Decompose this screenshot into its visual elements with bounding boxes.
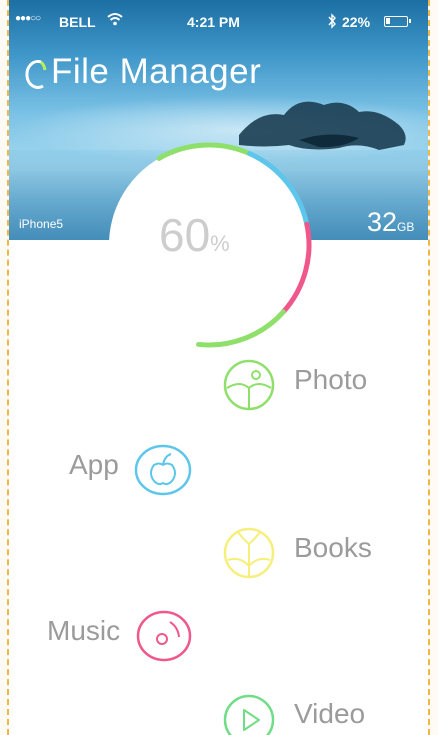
bluetooth-icon <box>327 13 337 32</box>
capacity-unit: GB <box>397 220 415 234</box>
status-bar: ●●●○○ BELL 4:21 PM 22% <box>9 12 428 34</box>
storage-capacity: 32GB <box>367 207 414 238</box>
apple-icon <box>134 444 192 496</box>
category-video[interactable]: Video <box>222 690 392 735</box>
frame-border-right <box>428 0 430 735</box>
category-label-books: Books <box>294 532 372 563</box>
used-value: 60 <box>159 209 211 261</box>
category-books[interactable]: Books <box>222 523 392 583</box>
category-photo[interactable]: Photo <box>222 355 392 415</box>
screen-frame: ●●●○○ BELL 4:21 PM 22% File Manager iPho… <box>0 0 438 735</box>
battery-fill <box>386 18 390 24</box>
storage-used-percent: 60% <box>159 208 279 268</box>
book-icon <box>223 527 275 579</box>
photo-icon <box>223 359 275 411</box>
category-label-video: Video <box>294 698 366 729</box>
phone-screen: ●●●○○ BELL 4:21 PM 22% File Manager iPho… <box>9 0 428 735</box>
category-label-music: Music <box>47 615 121 646</box>
battery-icon <box>384 16 411 27</box>
wifi-icon <box>107 12 123 29</box>
category-label-photo: Photo <box>294 364 368 395</box>
device-name: iPhone5 <box>19 217 64 231</box>
battery-percent: 22% <box>342 14 371 30</box>
app-title: File Manager <box>51 52 262 91</box>
battery-nub <box>409 19 411 23</box>
signal-strength: ●●●○○ <box>15 13 41 24</box>
used-symbol: % <box>210 231 230 256</box>
clock: 4:21 PM <box>187 14 240 30</box>
play-icon <box>223 694 275 735</box>
capacity-value: 32 <box>367 207 398 237</box>
music-disc-icon <box>136 610 192 662</box>
category-music[interactable]: Music <box>47 605 217 665</box>
category-label-app: App <box>69 449 119 480</box>
carrier-name: BELL <box>59 14 96 30</box>
app-logo-icon[interactable] <box>21 56 49 92</box>
category-app[interactable]: App <box>69 440 219 500</box>
